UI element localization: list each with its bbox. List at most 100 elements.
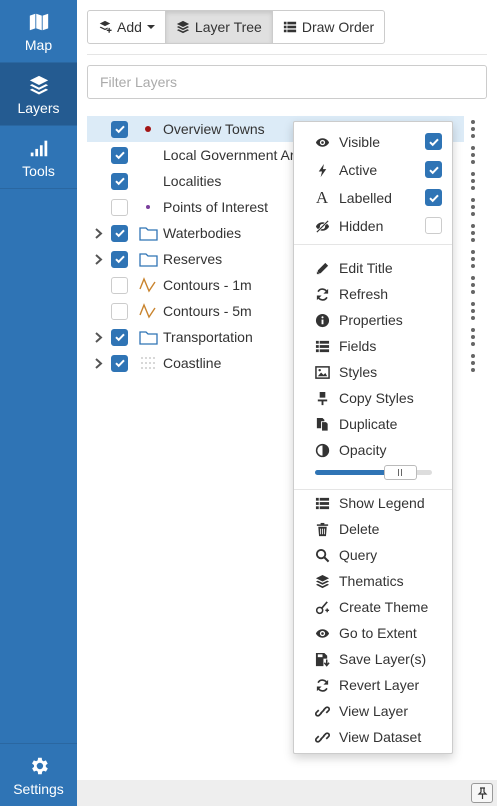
menu-item-label: Query xyxy=(339,547,378,563)
chevron-right-icon[interactable] xyxy=(87,227,109,239)
layer-checkbox[interactable] xyxy=(111,224,128,242)
refresh-icon xyxy=(314,677,330,693)
layer-checkbox[interactable] xyxy=(111,328,128,346)
menu-item-label: Duplicate xyxy=(339,416,398,432)
layer-options-kebab-icon[interactable] xyxy=(468,272,478,298)
menu-item-thematics[interactable]: Thematics xyxy=(294,568,452,594)
menu-item-properties[interactable]: Properties xyxy=(294,307,452,333)
image-icon xyxy=(314,364,330,380)
layer-name: Overview Towns xyxy=(163,121,265,137)
check-icon xyxy=(428,194,439,202)
nav-settings[interactable]: Settings xyxy=(0,743,77,806)
menu-item-label: Copy Styles xyxy=(339,390,414,406)
menu-item-save-layers[interactable]: Save Layer(s) xyxy=(294,646,452,672)
menu-item-label: Revert Layer xyxy=(339,677,420,693)
check-icon xyxy=(114,177,125,186)
layers-icon xyxy=(29,75,48,95)
menu-item-fields[interactable]: Fields xyxy=(294,333,452,359)
layer-checkbox[interactable] xyxy=(111,250,128,268)
menu-item-label: Opacity xyxy=(339,442,387,458)
layer-options-kebab-icon[interactable] xyxy=(468,116,478,142)
layer-options-kebab-icon[interactable] xyxy=(468,350,478,376)
chevron-right-icon[interactable] xyxy=(87,357,109,369)
pin-panel-button[interactable] xyxy=(471,783,493,803)
search-icon xyxy=(314,547,330,563)
nav-layers[interactable]: Layers xyxy=(0,63,77,126)
layer-checkbox[interactable] xyxy=(111,198,128,216)
menu-item-view-layer[interactable]: View Layer xyxy=(294,698,452,724)
caret-down-icon xyxy=(146,25,155,29)
opacity-slider-handle[interactable] xyxy=(383,465,417,480)
menu-item-label: Thematics xyxy=(339,573,404,589)
nav-layers-label: Layers xyxy=(17,100,60,116)
layer-name: Coastline xyxy=(163,355,222,371)
menu-item-refresh[interactable]: Refresh xyxy=(294,281,452,307)
layer-options-kebab-icon[interactable] xyxy=(468,324,478,350)
layer-context-menu: Visible Active A Labelled Hidden Edit Ti… xyxy=(293,121,453,754)
visible-checkbox[interactable] xyxy=(425,133,442,150)
layer-checkbox[interactable] xyxy=(111,146,128,164)
layer-options-kebab-icon[interactable] xyxy=(468,168,478,194)
left-navigation: Map Layers Tools Settings xyxy=(0,0,77,806)
menu-item-show-legend[interactable]: Show Legend xyxy=(294,490,452,516)
save-icon xyxy=(314,651,330,667)
menu-item-create-theme[interactable]: Create Theme xyxy=(294,594,452,620)
opacity-slider[interactable] xyxy=(315,465,432,480)
hidden-checkbox[interactable] xyxy=(425,217,442,234)
check-icon xyxy=(428,138,439,146)
menu-item-active[interactable]: Active xyxy=(294,157,452,183)
layer-checkbox[interactable] xyxy=(111,354,128,372)
gear-icon xyxy=(31,757,48,775)
menu-item-query[interactable]: Query xyxy=(294,542,452,568)
layer-checkbox[interactable] xyxy=(111,120,128,138)
layer-options-kebab-icon[interactable] xyxy=(468,298,478,324)
menu-item-label: View Dataset xyxy=(339,729,422,745)
menu-item-opacity[interactable]: Opacity xyxy=(294,437,452,463)
layer-name: Contours - 5m xyxy=(163,303,252,319)
tab-layer-tree[interactable]: Layer Tree xyxy=(164,10,273,44)
layer-options-kebab-icon[interactable] xyxy=(468,142,478,168)
menu-item-label: Refresh xyxy=(339,286,389,302)
chevron-right-icon[interactable] xyxy=(87,253,109,265)
chevron-right-icon[interactable] xyxy=(87,331,109,343)
eye-slash-icon xyxy=(314,218,330,234)
paint-copy-icon xyxy=(314,390,330,406)
menu-item-hidden[interactable]: Hidden xyxy=(294,213,452,239)
menu-item-revert-layer[interactable]: Revert Layer xyxy=(294,672,452,698)
nav-tools[interactable]: Tools xyxy=(0,126,77,189)
folder-icon xyxy=(137,223,159,243)
pushpin-icon xyxy=(477,787,487,799)
layer-options-kebab-icon[interactable] xyxy=(468,194,478,220)
menu-item-visible[interactable]: Visible xyxy=(294,129,452,155)
layer-checkbox[interactable] xyxy=(111,276,128,294)
layer-options-kebab-icon[interactable] xyxy=(468,220,478,246)
menu-item-view-dataset[interactable]: View Dataset xyxy=(294,724,452,750)
refresh-icon xyxy=(314,286,330,302)
menu-item-duplicate[interactable]: Duplicate xyxy=(294,411,452,437)
add-button[interactable]: Add xyxy=(87,10,166,44)
layer-checkbox[interactable] xyxy=(111,172,128,190)
menu-item-label: Visible xyxy=(339,134,380,150)
menu-item-go-to-extent[interactable]: Go to Extent xyxy=(294,620,452,646)
check-icon xyxy=(114,333,125,342)
tab-draw-order[interactable]: Draw Order xyxy=(271,10,386,44)
menu-item-label: Show Legend xyxy=(339,495,425,511)
eye-icon xyxy=(314,625,330,641)
menu-item-label: Save Layer(s) xyxy=(339,651,427,667)
dotted-grid-icon xyxy=(137,353,159,373)
link-icon xyxy=(314,729,330,745)
labelled-checkbox[interactable] xyxy=(425,189,442,206)
pencil-icon xyxy=(314,260,330,276)
nav-map[interactable]: Map xyxy=(0,0,77,63)
menu-item-edit-title[interactable]: Edit Title xyxy=(294,255,452,281)
menu-item-copy-styles[interactable]: Copy Styles xyxy=(294,385,452,411)
layer-options-kebab-icon[interactable] xyxy=(468,246,478,272)
menu-item-labelled[interactable]: A Labelled xyxy=(294,185,452,211)
line-style-icon xyxy=(137,301,159,321)
layers-icon xyxy=(314,573,330,589)
menu-item-styles[interactable]: Styles xyxy=(294,359,452,385)
layer-checkbox[interactable] xyxy=(111,302,128,320)
active-checkbox[interactable] xyxy=(425,161,442,178)
filter-layers-input[interactable] xyxy=(87,65,487,99)
menu-item-delete[interactable]: Delete xyxy=(294,516,452,542)
